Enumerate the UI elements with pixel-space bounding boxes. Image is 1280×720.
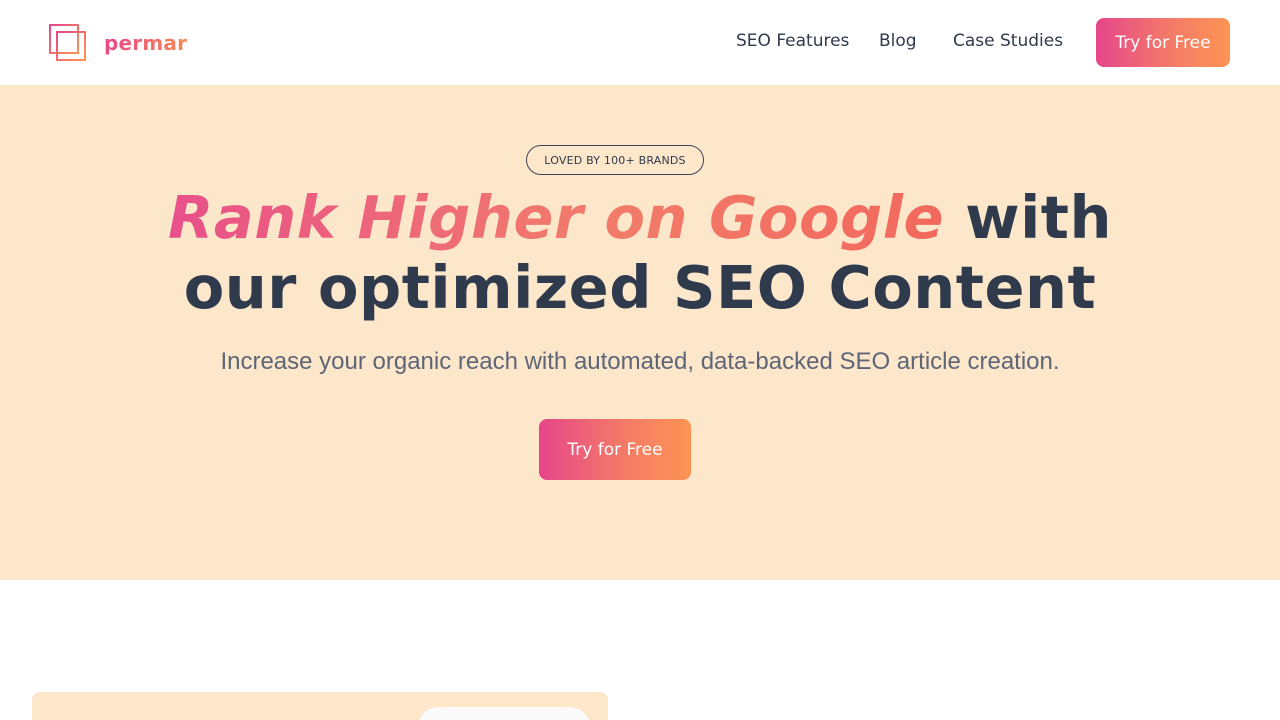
nav-link-seo-features[interactable]: SEO Features — [736, 31, 849, 51]
headline-line-1-rest: with — [944, 183, 1113, 252]
headline-accent-text: Rank Higher on Google — [167, 183, 945, 252]
nav-try-for-free-button[interactable]: Try for Free — [1096, 18, 1230, 67]
feature-preview-card — [32, 692, 608, 720]
hero-headline: Rank Higher on Google with our optimized… — [0, 183, 1280, 323]
nav-link-blog[interactable]: Blog — [879, 31, 917, 51]
hero-subheadline: Increase your organic reach with automat… — [220, 348, 1060, 375]
nav-link-case-studies[interactable]: Case Studies — [953, 31, 1063, 51]
top-navbar: permar SEO Features Blog Case Studies Tr… — [0, 0, 1280, 85]
headline-line-2: our optimized SEO Content — [183, 253, 1097, 322]
preview-pill — [418, 707, 590, 720]
main-nav: SEO Features Blog Case Studies — [0, 0, 1280, 85]
social-proof-badge: LOVED BY 100+ BRANDS — [526, 145, 704, 175]
hero-try-for-free-button[interactable]: Try for Free — [539, 419, 691, 480]
headline-line-1: Rank Higher on Google with — [0, 183, 1280, 253]
hero-section: LOVED BY 100+ BRANDS Rank Higher on Goog… — [0, 85, 1280, 580]
